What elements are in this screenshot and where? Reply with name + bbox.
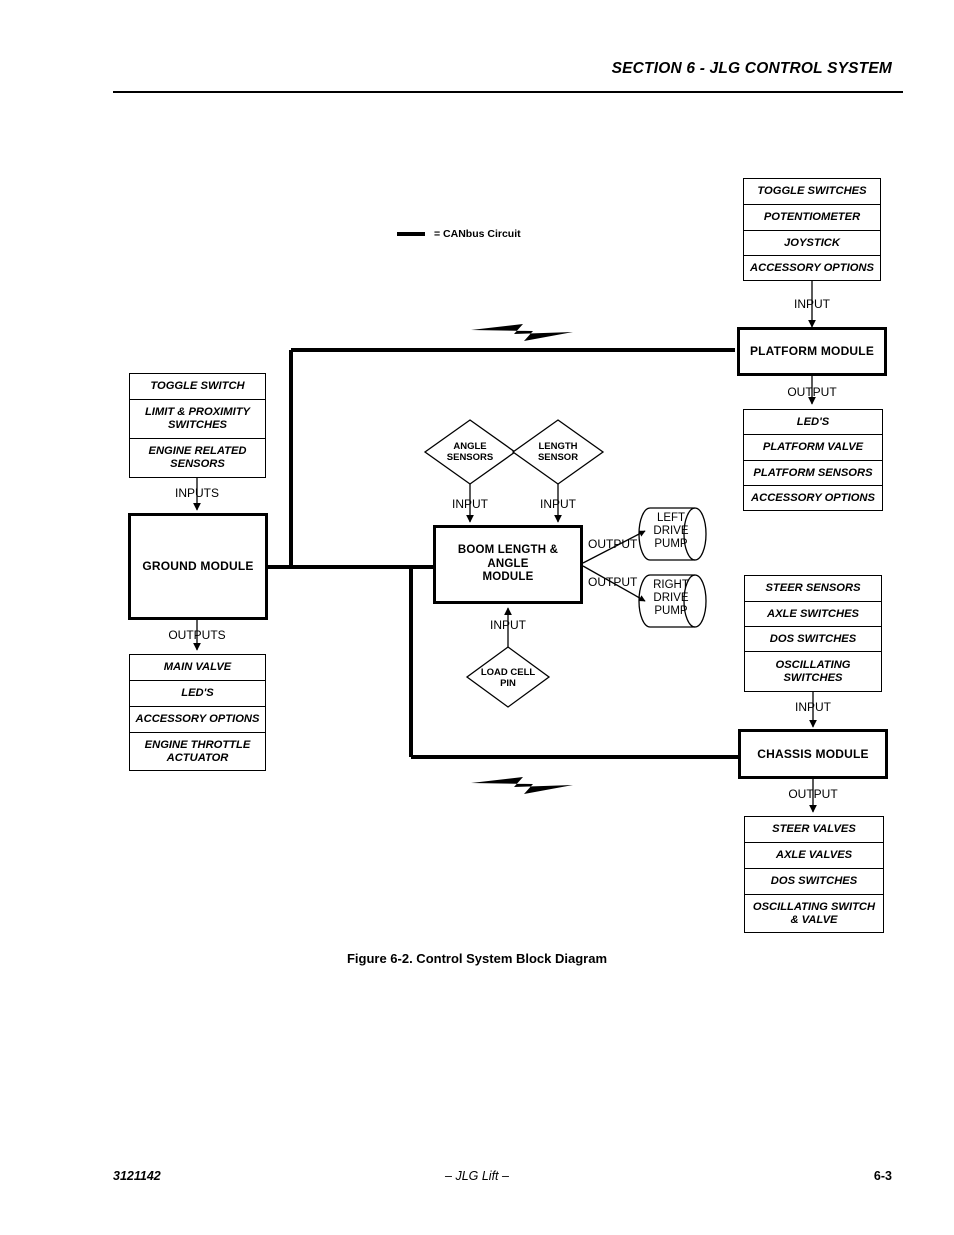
module-boom-label-line1: BOOM LENGTH & ANGLE — [457, 543, 559, 570]
angle-sensors-label-line2: SENSORS — [446, 451, 494, 463]
length-sensor-label-line2: SENSOR — [537, 451, 579, 463]
ground-outputs-stack: MAIN VALVE LED'S ACCESSORY OPTIONS ENGIN… — [129, 654, 266, 771]
left-drive-pump-line1: LEFT — [656, 512, 686, 524]
ground-inputs-stack: TOGGLE SWITCH LIMIT & PROXIMITY SWITCHES… — [129, 373, 266, 478]
flow-label-chassis-input: INPUT — [795, 700, 831, 714]
list-item[interactable]: TOGGLE SWITCHES — [744, 179, 880, 205]
right-drive-pump-label: RIGHT DRIVE PUMP — [645, 579, 697, 618]
flow-label-right-pump-output: OUTPUT — [588, 575, 638, 589]
module-platform[interactable]: PLATFORM MODULE — [737, 327, 887, 376]
length-sensor-label-line1: LENGTH — [538, 441, 578, 452]
load-cell-pin-label-line1: LOAD CELL — [480, 667, 536, 678]
left-drive-pump-label: LEFT DRIVE PUMP — [645, 512, 697, 551]
document-page: SECTION 6 - JLG CONTROL SYSTEM = CANbus … — [0, 0, 954, 1235]
flow-label-ground-inputs: INPUTS — [174, 486, 219, 500]
list-item[interactable]: LED'S — [744, 410, 882, 435]
canbus-break-symbol-lower — [471, 777, 573, 794]
list-item[interactable]: OSCILLATING SWITCH & VALVE — [745, 895, 883, 932]
chassis-outputs-stack: STEER VALVES AXLE VALVES DOS SWITCHES OS… — [744, 816, 884, 933]
module-boom-label-line2: MODULE — [482, 571, 534, 584]
right-drive-pump-line3: PUMP — [654, 604, 688, 617]
angle-sensors-label: ANGLE SENSORS — [420, 441, 520, 464]
platform-inputs-stack: TOGGLE SWITCHES POTENTIOMETER JOYSTICK A… — [743, 178, 881, 281]
footer-center-label: – JLG Lift – — [445, 1169, 509, 1183]
list-item[interactable]: PLATFORM VALVE — [744, 435, 882, 461]
chassis-inputs-stack: STEER SENSORS AXLE SWITCHES DOS SWITCHES… — [744, 575, 882, 692]
flow-label-angle-input: INPUT — [452, 497, 488, 511]
flow-label-left-pump-output: OUTPUT — [588, 537, 638, 551]
length-sensor-label: LENGTH SENSOR — [508, 441, 608, 464]
list-item[interactable]: DOS SWITCHES — [745, 869, 883, 895]
list-item[interactable]: ACCESSORY OPTIONS — [744, 256, 880, 280]
flow-label-chassis-output: OUTPUT — [788, 787, 838, 801]
list-item[interactable]: MAIN VALVE — [130, 655, 265, 681]
list-item[interactable]: POTENTIOMETER — [744, 205, 880, 231]
list-item[interactable]: LED'S — [130, 681, 265, 707]
load-cell-pin-label: LOAD CELL PIN — [458, 667, 558, 690]
flow-label-loadcell-input: INPUT — [490, 618, 526, 632]
left-drive-pump-line2: DRIVE — [653, 524, 689, 537]
list-item[interactable]: STEER SENSORS — [745, 576, 881, 602]
list-item[interactable]: ACCESSORY OPTIONS — [130, 707, 265, 733]
platform-outputs-stack: LED'S PLATFORM VALVE PLATFORM SENSORS AC… — [743, 409, 883, 511]
flow-label-platform-input: INPUT — [794, 297, 830, 311]
figure-caption: Figure 6-2. Control System Block Diagram — [346, 951, 608, 966]
flow-label-length-input: INPUT — [540, 497, 576, 511]
control-system-block-diagram: = CANbus Circuit TOGGLE SWITCHES POTENTI… — [0, 0, 954, 1000]
canbus-break-symbol-upper — [471, 324, 573, 341]
list-item[interactable]: TOGGLE SWITCH — [130, 374, 265, 400]
right-drive-pump-line1: RIGHT — [653, 579, 689, 591]
module-boom-length-angle[interactable]: BOOM LENGTH & ANGLE MODULE — [433, 525, 583, 604]
legend-label: = CANbus Circuit — [434, 228, 521, 240]
footer-page-number: 6-3 — [873, 1169, 892, 1183]
angle-sensors-label-line1: ANGLE — [453, 441, 487, 452]
list-item[interactable]: JOYSTICK — [744, 231, 880, 256]
list-item[interactable]: LIMIT & PROXIMITY SWITCHES — [130, 400, 265, 439]
list-item[interactable]: OSCILLATING SWITCHES — [745, 652, 881, 691]
list-item[interactable]: STEER VALVES — [745, 817, 883, 843]
list-item[interactable]: ENGINE RELATED SENSORS — [130, 439, 265, 477]
list-item[interactable]: DOS SWITCHES — [745, 627, 881, 652]
right-drive-pump-line2: DRIVE — [653, 591, 689, 604]
module-ground[interactable]: GROUND MODULE — [128, 513, 268, 620]
list-item[interactable]: ACCESSORY OPTIONS — [744, 486, 882, 510]
load-cell-pin-label-line2: PIN — [500, 677, 516, 689]
list-item[interactable]: AXLE SWITCHES — [745, 602, 881, 627]
left-drive-pump-line3: PUMP — [654, 537, 688, 550]
list-item[interactable]: PLATFORM SENSORS — [744, 461, 882, 486]
flow-label-ground-outputs: OUTPUTS — [168, 628, 226, 642]
list-item[interactable]: ENGINE THROTTLE ACTUATOR — [130, 733, 265, 770]
module-boom-label: BOOM LENGTH & ANGLE MODULE — [436, 544, 580, 585]
module-chassis[interactable]: CHASSIS MODULE — [738, 729, 888, 779]
flow-label-platform-output: OUTPUT — [787, 385, 837, 399]
list-item[interactable]: AXLE VALVES — [745, 843, 883, 869]
